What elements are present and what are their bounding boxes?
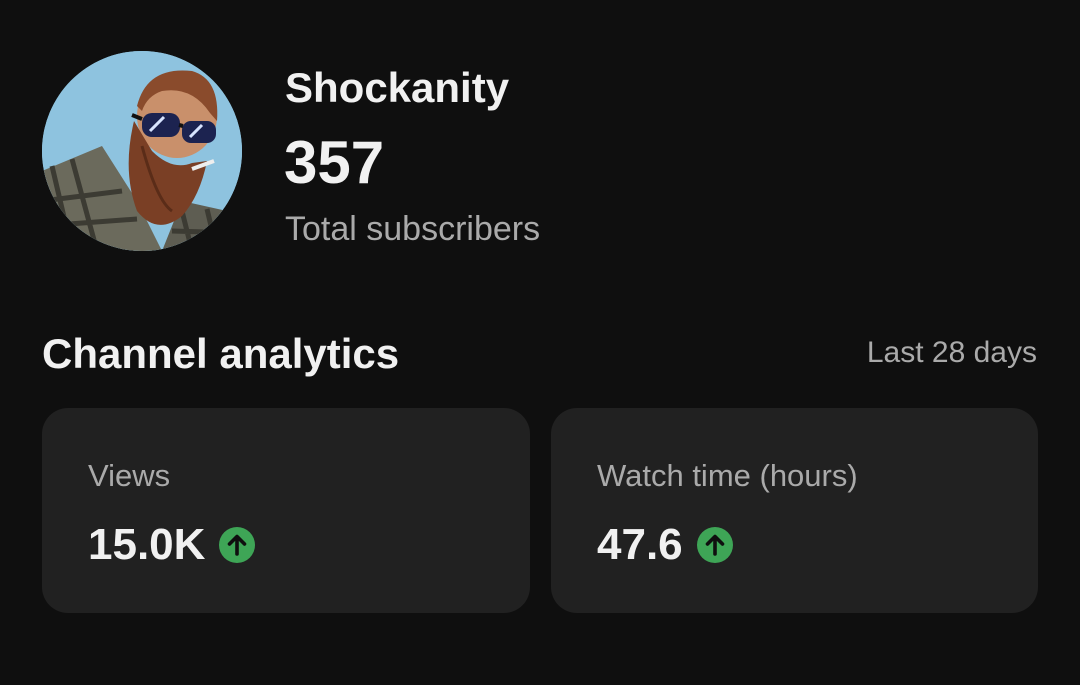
- watch-time-value: 47.6: [597, 520, 683, 569]
- channel-dashboard: Shockanity 357 Total subscribers Channel…: [0, 0, 1080, 685]
- avatar[interactable]: [42, 51, 242, 251]
- arrow-up-circle-icon: [219, 527, 256, 563]
- views-card[interactable]: Views 15.0K: [42, 408, 530, 613]
- watch-time-card[interactable]: Watch time (hours) 47.6: [551, 408, 1038, 613]
- views-value: 15.0K: [88, 520, 206, 569]
- watch-time-value-row: 47.6: [597, 520, 733, 570]
- views-value-row: 15.0K: [88, 520, 256, 570]
- subscriber-count: 357: [284, 129, 385, 196]
- subscriber-label: Total subscribers: [285, 210, 541, 248]
- date-range-label: Last 28 days: [866, 336, 1037, 369]
- arrow-up-circle-icon: [696, 527, 733, 563]
- avatar-image: [42, 51, 242, 251]
- watch-time-label: Watch time (hours): [597, 458, 858, 493]
- section-title: Channel analytics: [42, 330, 400, 377]
- channel-name: Shockanity: [285, 64, 510, 111]
- views-label: Views: [88, 458, 171, 493]
